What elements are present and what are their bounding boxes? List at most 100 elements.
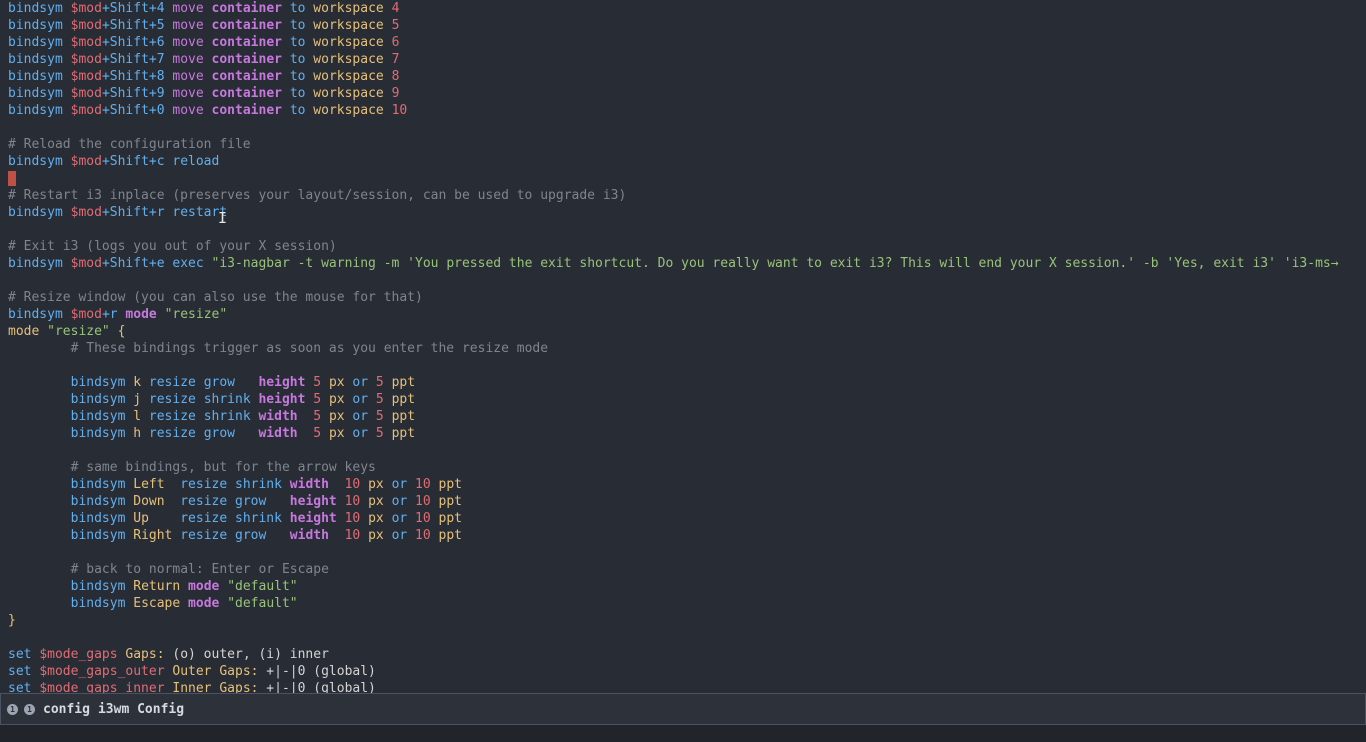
code-token: height — [289, 494, 345, 509]
code-line[interactable]: bindsym $mod+Shift+0 move container to w… — [0, 102, 1366, 119]
code-token: px — [328, 375, 353, 390]
code-line[interactable]: bindsym $mod+Shift+c reload — [0, 153, 1366, 170]
code-token: bindsym — [8, 256, 71, 271]
code-line[interactable]: # same bindings, but for the arrow keys — [0, 459, 1366, 476]
code-token: 5 — [391, 18, 400, 33]
code-line[interactable]: set $mode_gaps_outer Outer Gaps: +|-|0 (… — [0, 663, 1366, 680]
code-line[interactable]: bindsym k resize grow height 5 px or 5 p… — [0, 374, 1366, 391]
command-line[interactable] — [0, 725, 1366, 742]
code-line[interactable] — [0, 442, 1366, 459]
code-token: 5 — [313, 375, 329, 390]
code-token: $mod — [70, 1, 102, 16]
code-line[interactable]: bindsym h resize grow width 5 px or 5 pp… — [0, 425, 1366, 442]
code-token: or — [391, 477, 416, 492]
code-line[interactable]: # Exit i3 (logs you out of your X sessio… — [0, 238, 1366, 255]
code-line[interactable]: # Restart i3 inplace (preserves your lay… — [0, 187, 1366, 204]
code-line[interactable]: bindsym l resize shrink width 5 px or 5 … — [0, 408, 1366, 425]
code-line[interactable]: bindsym $mod+Shift+9 move container to w… — [0, 85, 1366, 102]
code-token: "default" — [227, 579, 298, 594]
code-line[interactable]: bindsym $mod+Shift+r restart — [0, 204, 1366, 221]
code-token: $mod — [70, 35, 102, 50]
code-token: # back to normal: Enter or Escape — [70, 562, 329, 577]
code-token: or — [352, 409, 376, 424]
code-token: ppt — [438, 477, 463, 492]
code-token: "i3-nagbar -t warning -m 'You pressed th… — [211, 256, 1339, 271]
code-token: +Shift+8 — [101, 69, 173, 84]
code-token: 8 — [391, 69, 400, 84]
code-token: bindsym — [8, 18, 71, 33]
code-token: resize grow — [148, 426, 259, 441]
code-token: to — [289, 52, 314, 67]
code-line[interactable]: bindsym $mod+Shift+5 move container to w… — [0, 17, 1366, 34]
code-token: move — [172, 52, 212, 67]
code-token: # Reload the configuration file — [8, 137, 251, 152]
code-token: +Shift+0 — [101, 103, 173, 118]
code-token: px — [368, 494, 392, 509]
code-line[interactable]: set $mode_gaps_inner Inner Gaps: +|-|0 (… — [0, 680, 1366, 693]
code-token: to — [289, 103, 314, 118]
code-line[interactable] — [0, 221, 1366, 238]
code-token: 10 — [344, 528, 369, 543]
code-token: bindsym — [8, 1, 71, 16]
code-token: resize shrink — [180, 511, 290, 526]
code-line[interactable] — [0, 272, 1366, 289]
code-line[interactable]: # Resize window (you can also use the mo… — [0, 289, 1366, 306]
code-line[interactable]: bindsym Right resize grow width 10 px or… — [0, 527, 1366, 544]
code-line[interactable]: bindsym Escape mode "default" — [0, 595, 1366, 612]
code-line[interactable] — [0, 544, 1366, 561]
code-line[interactable]: bindsym $mod+Shift+7 move container to w… — [0, 51, 1366, 68]
code-line[interactable]: mode "resize" { — [0, 323, 1366, 340]
code-token: 4 — [391, 1, 400, 16]
code-token: or — [391, 494, 416, 509]
code-token: Up — [133, 511, 181, 526]
code-token: resize grow — [180, 494, 290, 509]
code-token: height — [258, 392, 314, 407]
code-token: $mod — [70, 103, 102, 118]
code-token: 10 — [344, 477, 369, 492]
editor-buffer[interactable]: bindsym $mod+Shift+4 move container to w… — [0, 0, 1366, 693]
code-line[interactable]: # back to normal: Enter or Escape — [0, 561, 1366, 578]
code-line[interactable]: bindsym $mod+Shift+e exec "i3-nagbar -t … — [0, 255, 1366, 272]
code-line[interactable]: bindsym Left resize shrink width 10 px o… — [0, 476, 1366, 493]
code-line[interactable]: } — [0, 612, 1366, 629]
code-line[interactable]: bindsym $mod+r mode "resize" — [0, 306, 1366, 323]
code-token: to — [289, 1, 314, 16]
code-token: (o) outer, (i) inner — [172, 647, 329, 662]
code-line[interactable] — [0, 119, 1366, 136]
code-token: 5 — [375, 426, 392, 441]
code-token: # Resize window (you can also use the mo… — [8, 290, 423, 305]
code-line[interactable] — [0, 170, 1366, 187]
statusline-filename: config — [43, 701, 90, 717]
code-token: bindsym — [70, 579, 134, 594]
code-token: 7 — [391, 52, 400, 67]
code-token: resize shrink — [180, 477, 290, 492]
code-line[interactable] — [0, 629, 1366, 646]
code-line[interactable]: bindsym $mod+Shift+4 move container to w… — [0, 0, 1366, 17]
code-line[interactable]: # These bindings trigger as soon as you … — [0, 340, 1366, 357]
code-token: $mod — [70, 18, 102, 33]
code-line[interactable]: bindsym Down resize grow height 10 px or… — [0, 493, 1366, 510]
code-line[interactable]: set $mode_gaps Gaps: (o) outer, (i) inne… — [0, 646, 1366, 663]
code-token: move — [172, 69, 212, 84]
code-token: +|-|0 (global) — [266, 681, 376, 693]
code-line[interactable]: bindsym Return mode "default" — [0, 578, 1366, 595]
code-line[interactable]: bindsym $mod+Shift+8 move container to w… — [0, 68, 1366, 85]
code-token: 5 — [313, 409, 329, 424]
code-token: container — [211, 69, 290, 84]
code-token: 10 — [344, 511, 369, 526]
code-line[interactable]: bindsym $mod+Shift+6 move container to w… — [0, 34, 1366, 51]
code-token: container — [211, 1, 290, 16]
code-line[interactable] — [0, 357, 1366, 374]
code-token: +Shift+6 — [101, 35, 173, 50]
code-line[interactable]: bindsym j resize shrink height 5 px or 5… — [0, 391, 1366, 408]
code-token: $mode_gaps — [39, 647, 126, 662]
code-token: to — [289, 86, 314, 101]
code-token: container — [211, 103, 290, 118]
code-token: workspace — [313, 1, 392, 16]
code-line[interactable]: bindsym Up resize shrink height 10 px or… — [0, 510, 1366, 527]
code-line[interactable]: # Reload the configuration file — [0, 136, 1366, 153]
